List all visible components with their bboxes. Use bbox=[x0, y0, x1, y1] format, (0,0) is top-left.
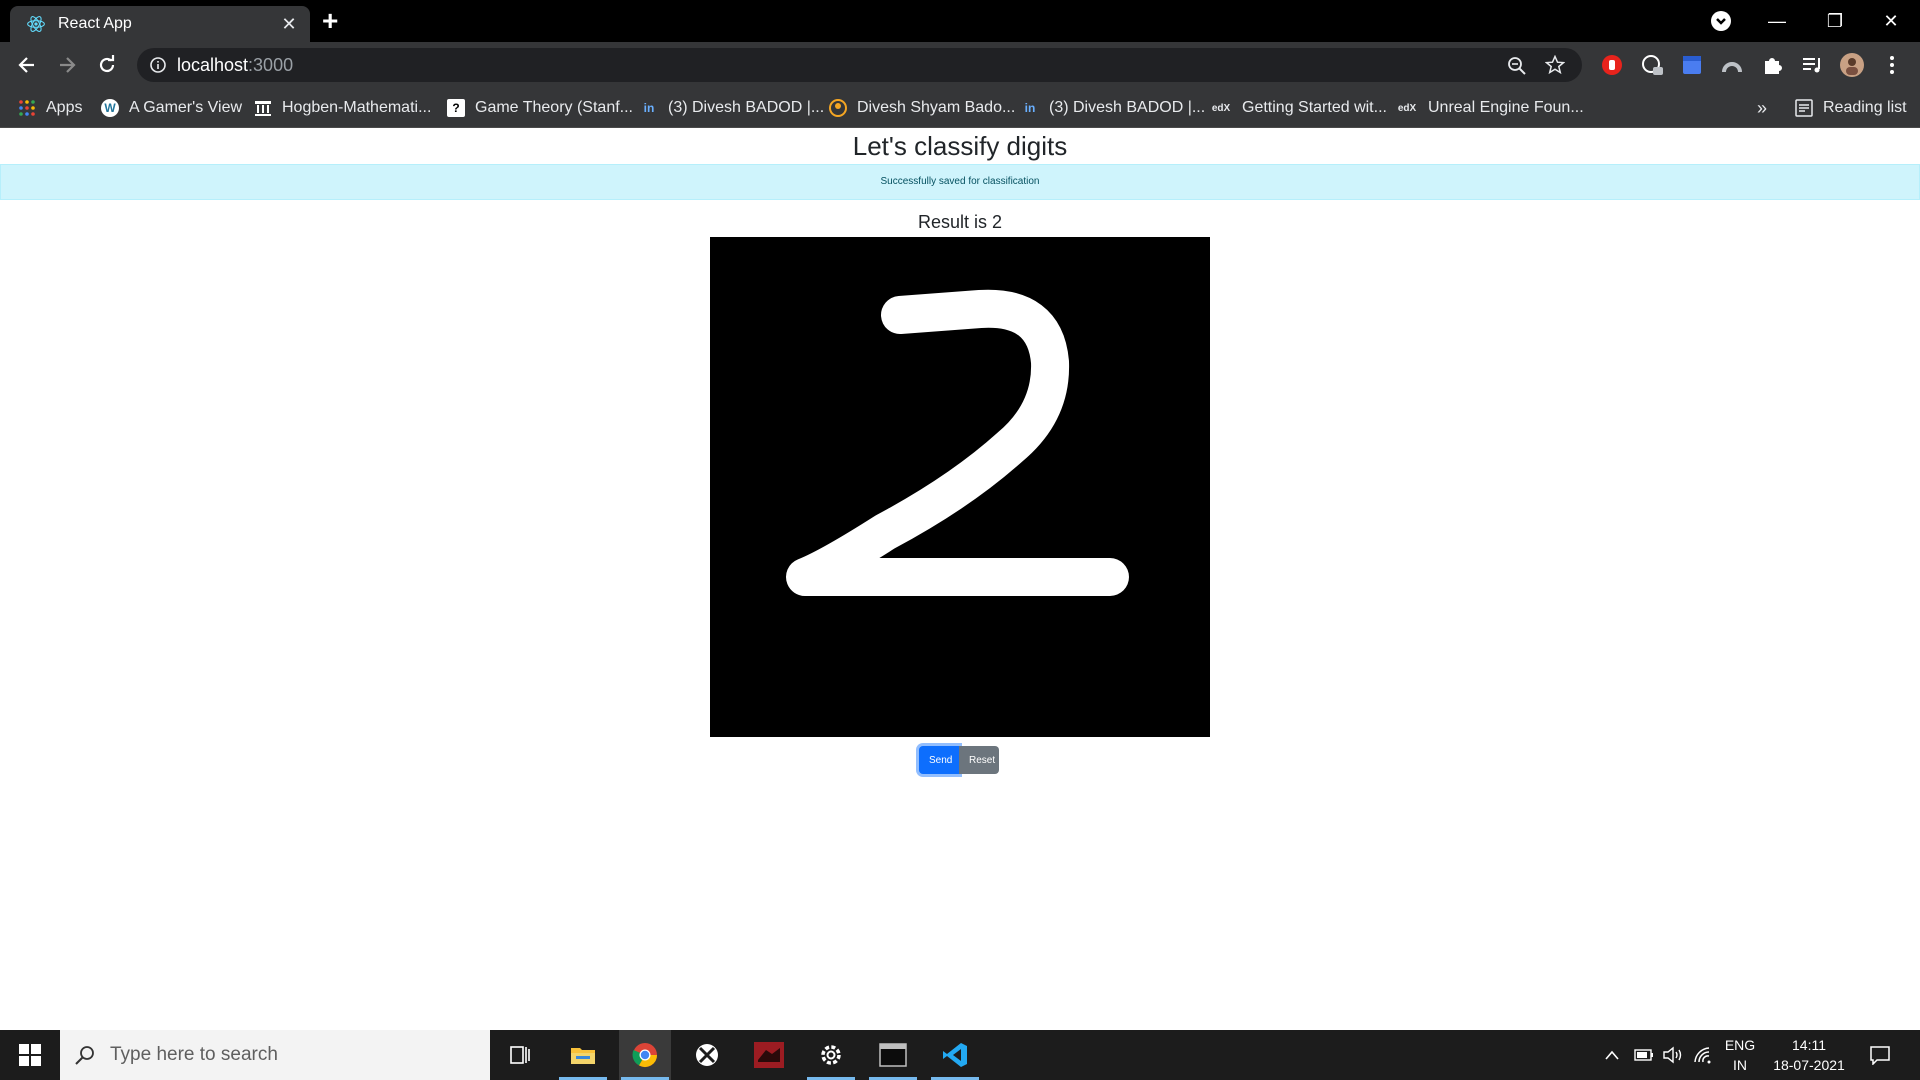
profile-avatar[interactable] bbox=[1840, 53, 1864, 77]
clock-date: 18-07-2021 bbox=[1773, 1057, 1845, 1073]
bookmark-label: Hogben-Mathemati... bbox=[282, 99, 432, 116]
reading-list-label: Reading list bbox=[1823, 99, 1907, 116]
bookmark-label: Game Theory (Stanf... bbox=[475, 99, 633, 116]
game-theory-icon: ? bbox=[447, 99, 465, 117]
bookmark-label: Unreal Engine Foun... bbox=[1428, 99, 1584, 116]
bookmark-getting-started[interactable]: edX Getting Started wit... bbox=[1210, 88, 1387, 128]
address-bar[interactable]: localhost:3000 bbox=[137, 48, 1582, 82]
bookmarks-overflow-icon[interactable]: » bbox=[1757, 88, 1767, 128]
tab-title: React App bbox=[58, 15, 132, 32]
game-app-icon[interactable] bbox=[743, 1030, 795, 1080]
xbox-icon[interactable] bbox=[681, 1030, 733, 1080]
notifications-icon[interactable] bbox=[1862, 1030, 1898, 1080]
language-code: ENG bbox=[1724, 1037, 1756, 1053]
profile-icon bbox=[829, 99, 847, 117]
bookmark-linkedin-2[interactable]: in (3) Divesh BADOD |... bbox=[1021, 88, 1206, 128]
bookmark-hogben[interactable]: Hogben-Mathemati... bbox=[254, 88, 431, 128]
terminal-icon[interactable] bbox=[867, 1030, 919, 1080]
file-explorer-icon[interactable] bbox=[557, 1030, 609, 1080]
linkedin-icon: in bbox=[643, 101, 655, 115]
bookmark-label: (3) Divesh BADOD |... bbox=[1049, 99, 1206, 116]
back-button[interactable] bbox=[12, 50, 42, 80]
tab-search-icon[interactable] bbox=[1711, 11, 1731, 31]
drawing-canvas[interactable] bbox=[710, 237, 1210, 737]
region-code: IN bbox=[1733, 1057, 1747, 1073]
extensions-puzzle-icon[interactable] bbox=[1760, 53, 1784, 77]
vscode-icon[interactable] bbox=[929, 1030, 981, 1080]
bookmark-label: Getting Started wit... bbox=[1242, 99, 1387, 116]
bookmark-divesh-profile[interactable]: Divesh Shyam Bado... bbox=[829, 88, 1015, 128]
wifi-icon[interactable] bbox=[1690, 1030, 1716, 1080]
url-host: localhost bbox=[177, 54, 249, 75]
reload-button[interactable] bbox=[92, 50, 122, 80]
arrow-right-icon bbox=[60, 57, 76, 73]
task-view-icon[interactable] bbox=[494, 1030, 546, 1080]
bookmark-game-theory[interactable]: ? Game Theory (Stanf... bbox=[447, 88, 633, 128]
bookmark-label: (3) Divesh BADOD |... bbox=[668, 99, 825, 116]
browser-menu-icon[interactable] bbox=[1880, 53, 1904, 77]
institution-icon bbox=[254, 99, 272, 117]
search-placeholder: Type here to search bbox=[110, 1044, 278, 1065]
windows-logo-icon bbox=[19, 1044, 41, 1066]
bookmark-apps[interactable]: Apps bbox=[18, 88, 82, 128]
bookmark-label: Apps bbox=[46, 99, 83, 116]
search-icon bbox=[75, 1046, 94, 1065]
clock[interactable]: 14:11 18-07-2021 bbox=[1764, 1030, 1854, 1080]
arrow-left-icon bbox=[18, 57, 34, 73]
windows-taskbar: Type here to search ENG IN 14:11 18-07-2… bbox=[0, 1030, 1920, 1080]
close-window-icon[interactable]: ✕ bbox=[1862, 0, 1920, 42]
extension-hand-icon[interactable] bbox=[1600, 53, 1624, 77]
linkedin-icon: in bbox=[1024, 101, 1036, 115]
bookmark-label: Divesh Shyam Bado... bbox=[857, 99, 1016, 116]
bookmarks-bar: Apps W A Gamer's View Hogben-Mathemati..… bbox=[0, 88, 1920, 128]
info-icon[interactable] bbox=[149, 56, 167, 74]
extension-arch-icon[interactable] bbox=[1720, 53, 1744, 77]
zoom-icon[interactable] bbox=[1507, 56, 1527, 76]
react-logo-icon bbox=[27, 16, 45, 32]
page-title: Let's classify digits bbox=[852, 131, 1068, 161]
forward-button[interactable] bbox=[52, 50, 82, 80]
media-control-icon[interactable] bbox=[1800, 53, 1824, 77]
url-port: :3000 bbox=[248, 54, 294, 75]
bookmark-label: A Gamer's View bbox=[129, 99, 243, 116]
reset-button[interactable]: Reset bbox=[959, 746, 999, 774]
browser-toolbar: localhost:3000 bbox=[0, 42, 1920, 88]
browser-tab-bar: React App ✕ + — ❐ ✕ bbox=[0, 0, 1920, 42]
start-button[interactable] bbox=[0, 1030, 60, 1080]
result-text: Result is 2 bbox=[917, 212, 1003, 232]
action-button-group: Send Reset bbox=[919, 746, 999, 774]
taskbar-search-box[interactable]: Type here to search bbox=[60, 1030, 490, 1080]
bookmark-unreal-engine[interactable]: edX Unreal Engine Foun... bbox=[1396, 88, 1584, 128]
wordpress-icon: W bbox=[101, 99, 119, 117]
settings-gear-icon[interactable] bbox=[805, 1030, 857, 1080]
success-alert: Successfully saved for classification bbox=[0, 164, 1920, 200]
reading-list-button[interactable]: Reading list bbox=[1795, 88, 1907, 128]
browser-tab[interactable]: React App ✕ bbox=[10, 6, 310, 42]
input-language-indicator[interactable]: ENG IN bbox=[1722, 1030, 1758, 1080]
page-content: Let's classify digits Successfully saved… bbox=[0, 128, 1920, 1030]
extension-gauge-icon[interactable] bbox=[1640, 53, 1664, 77]
bookmark-gamers-view[interactable]: W A Gamer's View bbox=[101, 88, 242, 128]
reload-icon bbox=[99, 55, 115, 73]
digit-stroke bbox=[786, 289, 1129, 596]
battery-icon[interactable] bbox=[1630, 1030, 1656, 1080]
minimize-icon[interactable]: — bbox=[1748, 0, 1806, 42]
bookmark-linkedin-1[interactable]: in (3) Divesh BADOD |... bbox=[640, 88, 825, 128]
chrome-icon[interactable] bbox=[619, 1030, 671, 1080]
tab-close-icon[interactable]: ✕ bbox=[278, 14, 300, 35]
send-button[interactable]: Send bbox=[919, 746, 959, 774]
extension-blue-square-icon[interactable] bbox=[1680, 53, 1704, 77]
edx-icon: edX bbox=[1211, 102, 1231, 114]
edx-icon: edX bbox=[1397, 102, 1417, 114]
apps-grid-icon bbox=[18, 99, 36, 117]
show-hidden-icons-icon[interactable] bbox=[1600, 1030, 1624, 1080]
restore-icon[interactable]: ❐ bbox=[1806, 0, 1864, 42]
volume-icon[interactable] bbox=[1660, 1030, 1686, 1080]
clock-time: 14:11 bbox=[1792, 1037, 1826, 1053]
bookmark-star-icon[interactable] bbox=[1545, 55, 1565, 75]
reading-list-icon bbox=[1795, 99, 1813, 117]
new-tab-button[interactable]: + bbox=[322, 7, 338, 35]
